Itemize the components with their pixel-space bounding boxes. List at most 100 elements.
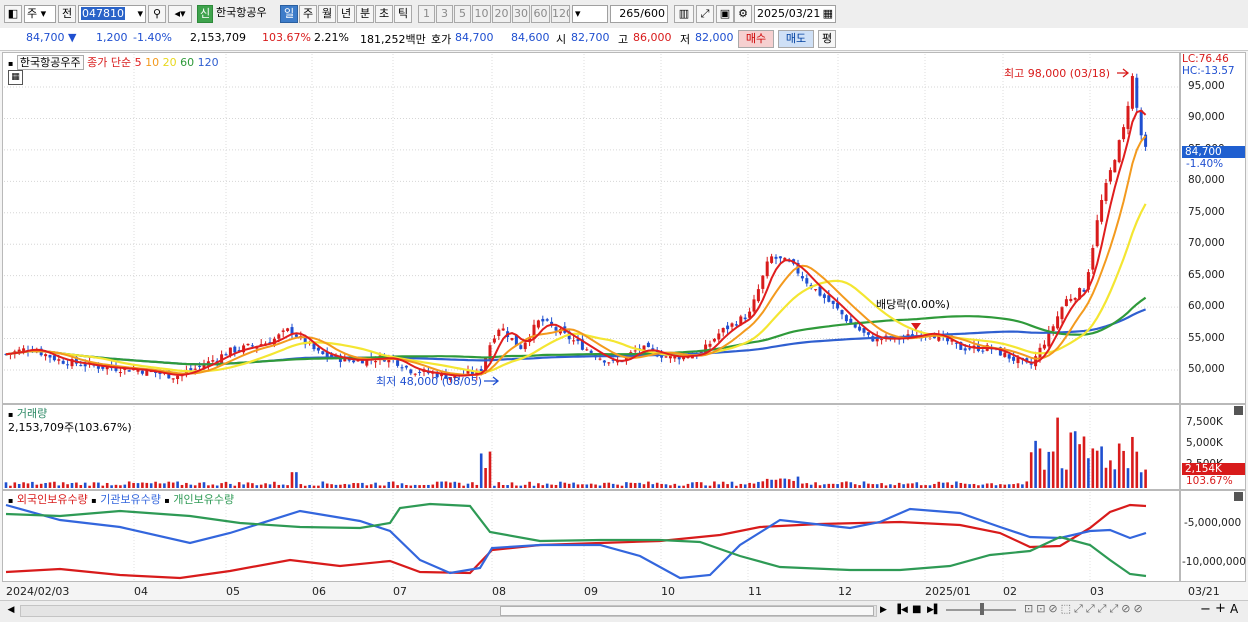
price-tick-1: 90,000 [1188,111,1225,124]
volume-bar [347,484,351,488]
candle-body [844,315,848,322]
x-label-3: 06 [312,585,326,598]
volume-bar [185,482,188,488]
candle-body [1135,77,1139,108]
volume-bar [163,483,166,488]
volume-bar [343,483,347,488]
candle-body [1113,160,1117,173]
volume-bar [1056,417,1059,488]
volume-bar [941,482,945,488]
volume-bar [801,483,804,488]
volume-bar [937,481,941,488]
volume-bar [312,485,316,488]
holding-legend: ▪ 외국인보유수량 ▪ 기관보유수량 ▪ 개인보유수량 [8,493,235,506]
volume-bar [946,482,949,488]
zoom-in-icon[interactable]: + [1215,601,1226,616]
volume-bar [638,482,641,488]
volume-bar [682,485,685,488]
candle-body [1007,354,1011,359]
last-page-icon[interactable]: ▶▌ [927,603,941,617]
volume-bar [818,485,822,488]
volume-bar [224,481,228,488]
volume-bar [616,484,619,488]
volume-panel-close-icon[interactable] [1234,406,1243,415]
price-tick-4: 75,000 [1188,205,1225,218]
grid-toggle-icon[interactable]: ▦ [8,70,23,85]
holding-panel-close-icon[interactable] [1234,492,1243,501]
volume-bar [31,481,34,488]
price-tick-0: 95,000 [1188,80,1225,92]
candle-body [840,310,844,315]
candle-body [66,364,70,366]
candle-body [1139,110,1143,136]
volume-bar [418,485,421,488]
candle-body [1029,363,1033,365]
price-tick-8: 55,000 [1188,331,1225,344]
lc-label: LC:76.46 [1182,53,1229,65]
volume-bar [858,485,861,488]
first-page-icon[interactable]: ▐◀ [894,603,908,617]
volume-bar [726,484,729,488]
max-annotation: 최고 98,000 (03/18) [1004,67,1111,80]
volume-bar [220,483,223,488]
zoom-out-icon[interactable]: − [1200,602,1211,617]
legend-type: 종가 단순 [87,56,132,69]
volume-bar [532,485,536,488]
candle-body [712,338,716,342]
candle-body [1130,76,1134,109]
volume-bar [391,481,395,488]
chart-canvas[interactable] [0,0,1248,621]
scroll-left-icon[interactable]: ◀ [4,603,18,617]
volume-bar [374,482,377,488]
volume-bar [911,483,914,488]
volume-bar [867,483,870,488]
scroll-thumb[interactable] [500,606,874,616]
dividend-annotation: 배당락(0.00%) [876,298,950,311]
volume-bar [13,482,17,488]
candle-body [536,320,540,328]
candle-body [48,355,52,358]
volume-bar [141,482,144,488]
candle-body [880,339,884,341]
volume-bar [61,482,65,488]
candle-body [664,356,668,358]
candle-body [140,370,144,374]
stop-icon[interactable]: ■ [912,603,924,617]
volume-bar [422,485,426,488]
volume-bar [211,484,215,488]
volume-bar [796,476,800,488]
zoom-slider-thumb[interactable] [980,603,984,615]
volume-bar [889,484,892,488]
volume-bar [88,485,91,488]
volume-bar [365,485,369,488]
font-size-icon[interactable]: A [1230,602,1238,616]
candle-body [1073,298,1077,300]
volume-bar [550,484,553,488]
candle-body [127,370,131,372]
volume-bar [515,485,518,488]
candle-body [294,334,298,337]
volume-bar [286,485,289,488]
volume-bar [1095,450,1099,488]
volume-bar [475,484,479,488]
volume-bar [1012,484,1015,488]
candle-body [1126,105,1130,129]
volume-bar [119,485,122,488]
candle-body [1095,220,1099,247]
volume-bar [669,485,672,488]
volume-bar [26,483,30,488]
volume-bar [836,484,839,488]
volume-bar [664,484,668,488]
candle-body [734,324,738,326]
candle-body [211,360,215,362]
volume-bar [255,485,259,488]
volume-bar [1082,436,1086,488]
volume-bar [435,481,439,488]
volume-bar [510,482,514,488]
candle-body [598,358,602,360]
volume-bar [484,468,487,488]
price-tick-6: 65,000 [1188,268,1225,281]
scroll-right-icon[interactable]: ▶ [880,603,892,617]
candle-body [1051,326,1055,332]
draw-tools-icons[interactable]: ⊡⊡⊘⬚⤢⤢⤢⤢⊘⊘ [1024,602,1214,616]
